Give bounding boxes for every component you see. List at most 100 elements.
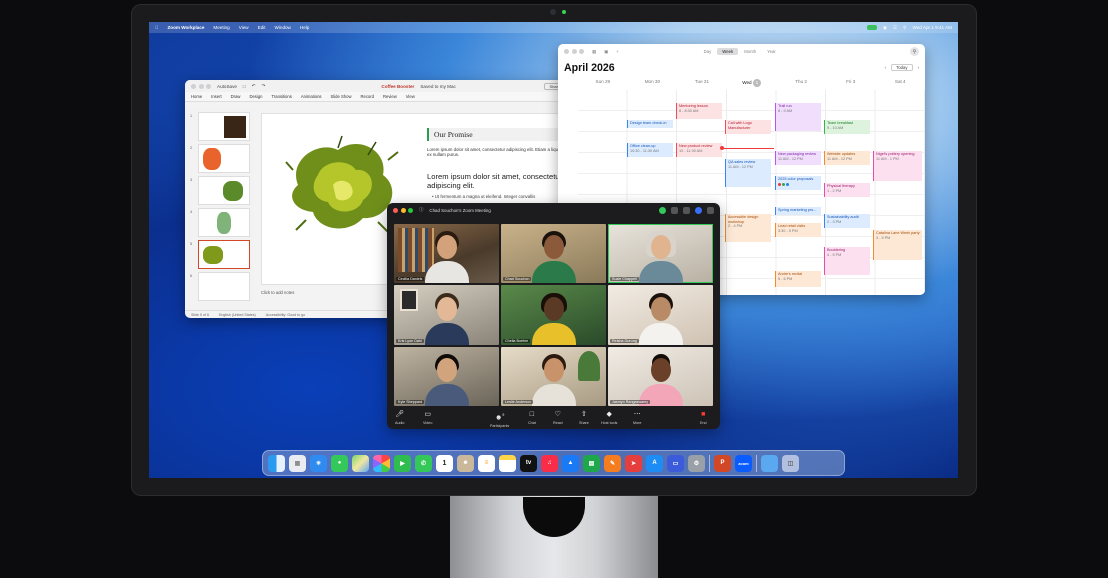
apple-menu-icon[interactable]:  [155, 25, 158, 30]
day-thu[interactable]: Thu 2 [776, 79, 826, 89]
view-month[interactable]: Month [739, 48, 761, 55]
calendar-event[interactable]: Mentoring lesson 8 - 8:30 AM [676, 103, 722, 119]
info-icon[interactable]: ⓘ [419, 207, 423, 213]
react-button[interactable]: ♡ React [553, 411, 563, 425]
calendar-event[interactable]: Spring marketing pro... [775, 207, 821, 215]
slide-thumbnail[interactable] [198, 176, 250, 205]
tab-animations[interactable]: Animations [301, 94, 322, 99]
ai-companion-icon[interactable] [695, 206, 702, 214]
view-day[interactable]: Day [699, 48, 717, 55]
chevron-left-icon[interactable]: ‹ [885, 65, 886, 70]
calendar-event[interactable]: Lead retail visits 3:30 - 5 PM [775, 223, 821, 237]
calendar-event[interactable]: Office clean-up 10:30 - 11:30 AM [627, 143, 673, 157]
slide-heading[interactable]: Our Promise [427, 128, 563, 141]
calendar-icon[interactable]: 1 [436, 454, 453, 472]
calendar-event[interactable]: Nigel's pottery opening 11 AM - 1 PM [873, 151, 922, 181]
add-event-icon[interactable]: + [616, 49, 619, 54]
video-tile-active-speaker[interactable]: Suzie Chappell [608, 224, 713, 284]
video-tile[interactable]: Kyle Sheppard [394, 346, 499, 406]
audio-button[interactable]: 🎤︎ Audio [395, 411, 404, 425]
calendar-event[interactable]: 2025 color proposals [775, 176, 821, 190]
tab-view[interactable]: View [406, 94, 415, 99]
safari-icon[interactable]: ✳ [310, 454, 327, 472]
trash-icon[interactable]: ◫ [782, 454, 799, 472]
today-button[interactable]: Today [891, 64, 913, 71]
end-meeting-button[interactable]: ■ End [700, 411, 707, 425]
keynote-icon[interactable]: ▲ [562, 454, 579, 472]
inbox-icon[interactable]: ▣ [604, 49, 608, 55]
calendar-event[interactable]: Accessible design workshop 2 - 4 PM [725, 214, 771, 242]
slide-thumbnail-selected[interactable] [198, 240, 250, 269]
calendars-icon[interactable]: ▦ [592, 49, 596, 55]
day-wed[interactable]: Wed 1 [727, 79, 777, 89]
tab-record[interactable]: Record [360, 94, 374, 99]
menu-meeting[interactable]: Meeting [213, 25, 229, 30]
day-fri[interactable]: Fri 3 [826, 79, 876, 89]
video-tile[interactable]: Jasmyn Rangaswamy [608, 346, 713, 406]
notes-icon[interactable] [499, 454, 516, 472]
tab-review[interactable]: Review [383, 94, 397, 99]
slide-thumbnail[interactable] [198, 112, 250, 141]
calendar-event[interactable]: Catalina Lane Week party 3 - 5 PM [873, 230, 922, 260]
window-controls[interactable] [191, 83, 211, 89]
tab-slide-show[interactable]: Slide Show [331, 94, 352, 99]
calendar-event[interactable]: New product review 10 - 11:30 AM [676, 143, 722, 157]
tv-icon[interactable]: tv [520, 454, 537, 472]
facetime-icon[interactable]: ▶ [394, 454, 411, 472]
numbers-icon[interactable]: ▤ [583, 454, 600, 472]
folder-icon[interactable] [761, 454, 778, 472]
chevron-right-icon[interactable]: › [918, 65, 919, 70]
calendar-event[interactable]: QA sales review 11 AM - 12 PM [725, 159, 771, 187]
calendar-event[interactable]: Sustainability audit 2 - 3 PM [824, 214, 870, 228]
day-mon[interactable]: Mon 30 [628, 79, 678, 89]
wifi-icon[interactable]: ◉ [883, 25, 887, 31]
slide-bullet[interactable]: • Ut fermentum a magna ut eleifend. Inte… [432, 194, 572, 199]
slide-body-small[interactable]: Lorem ipsum dolor sit amet, consectetur … [427, 147, 567, 158]
calendar-event[interactable]: Team breakfast 9 - 10 AM [824, 120, 870, 134]
day-sat[interactable]: Sat 4 [875, 79, 925, 89]
slide-thumbnail[interactable] [198, 208, 250, 237]
video-tile[interactable]: Chad Souchon [501, 224, 606, 284]
view-options-icon[interactable] [683, 206, 690, 214]
day-sun[interactable]: Sun 29 [578, 79, 628, 89]
slide-thumbnail[interactable] [198, 144, 250, 173]
video-tile[interactable]: Kris Lyon Dahl [394, 285, 499, 345]
finder-icon[interactable] [268, 454, 285, 472]
control-center-icon[interactable]: ☰ [893, 25, 897, 31]
messages-icon[interactable]: ● [331, 454, 348, 472]
slide-body-large[interactable]: Lorem ipsum dolor sit amet, consectetur … [427, 172, 569, 190]
calendar-event[interactable]: Andre's recital 5 - 6 PM [775, 271, 821, 287]
contacts-icon[interactable]: ☻ [457, 454, 474, 472]
zoom-status-icon[interactable] [866, 25, 877, 30]
video-tile[interactable]: Cecilia Daniels [394, 224, 499, 284]
menu-window[interactable]: Window [275, 25, 291, 30]
calendar-event[interactable]: Website updates 11 AM - 12 PM [824, 151, 870, 165]
calendar-event[interactable]: Trail run 8 - 9 AM [775, 103, 821, 131]
tab-draw[interactable]: Draw [231, 94, 241, 99]
notes-placeholder[interactable]: Click to add notes [261, 290, 294, 295]
autosave-label[interactable]: AutoSave [217, 84, 237, 89]
preview-icon[interactable]: ▭ [667, 454, 684, 472]
calendar-search-icon[interactable]: ⚲ [910, 47, 919, 56]
save-icon[interactable]: □ [243, 84, 246, 89]
redo-icon[interactable]: ↷ [262, 83, 266, 89]
calendar-event[interactable]: Physical therapy 1 - 2 PM [824, 183, 870, 197]
phone-icon[interactable]: ✆ [415, 454, 432, 472]
tab-transitions[interactable]: Transitions [271, 94, 291, 99]
photos-icon[interactable] [373, 454, 390, 472]
video-tile[interactable]: Leslie Anderson [501, 346, 606, 406]
calendar-event[interactable]: New packaging review 11 AM - 12 PM [775, 151, 821, 165]
undo-icon[interactable]: ↶ [252, 83, 256, 89]
calendar-event[interactable]: Design team check-in [627, 120, 673, 128]
pages-icon[interactable]: ✎ [604, 454, 621, 472]
video-button[interactable]: ▭ Video [423, 411, 432, 425]
calendar-event[interactable]: Bouldering 4 - 5 PM [824, 247, 870, 275]
app-store-icon[interactable]: A [646, 454, 663, 472]
music-icon[interactable]: ♫ [541, 454, 558, 472]
host-tools-button[interactable]: ◆ Host tools [601, 411, 617, 425]
search-icon[interactable]: ⚲ [903, 25, 906, 31]
menu-view[interactable]: View [239, 25, 249, 30]
grid-view-icon[interactable] [707, 206, 714, 214]
menu-edit[interactable]: Edit [258, 25, 266, 30]
accessibility-status[interactable]: Accessibility: Good to go [266, 313, 305, 317]
